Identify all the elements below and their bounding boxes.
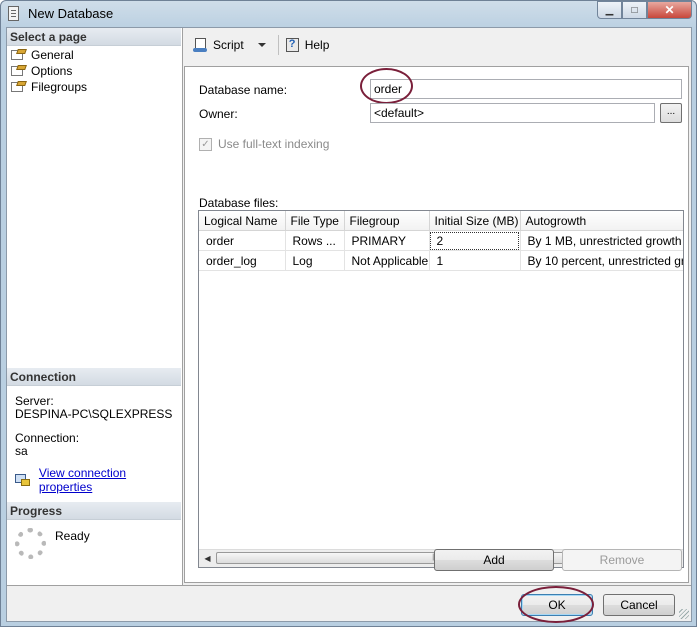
database-files-table: Logical Name File Type Filegroup Initial… (199, 211, 683, 271)
resize-grip-icon[interactable] (679, 609, 689, 619)
window-controls: ▁ □ ✕ (597, 1, 692, 20)
column-header-logical-name[interactable]: Logical Name (199, 211, 286, 231)
column-header-autogrowth[interactable]: Autogrowth (520, 211, 683, 231)
database-files-grid[interactable]: Logical Name File Type Filegroup Initial… (198, 210, 684, 568)
server-value: DESPINA-PC\SQLEXPRESS (15, 407, 173, 421)
general-page-panel: Database name: Owner: ... ✓ Use full-tex… (184, 66, 689, 583)
connection-label: Connection: (15, 431, 80, 445)
column-header-initial-size[interactable]: Initial Size (MB) (429, 211, 521, 231)
remove-button[interactable]: Remove (562, 549, 682, 571)
toolbar: Script Help (183, 28, 691, 62)
document-icon (8, 6, 19, 21)
bottom-divider (7, 585, 691, 586)
toolbar-separator (277, 35, 279, 55)
cell-autogrowth[interactable]: By 1 MB, unrestricted growth (520, 230, 683, 251)
add-button[interactable]: Add (434, 549, 554, 571)
connection-properties-icon (15, 473, 31, 487)
maximize-button[interactable]: □ (622, 1, 647, 19)
script-button[interactable]: Script (189, 34, 276, 56)
page-icon (11, 49, 26, 61)
dialog-client-area: Select a page General Options Filegroups… (6, 27, 692, 623)
cell-logical-name[interactable]: order (199, 230, 286, 251)
cell-logical-name[interactable]: order_log (199, 250, 286, 271)
help-button[interactable]: Help (281, 34, 334, 56)
minimize-icon: ▁ (605, 4, 614, 16)
column-header-file-type[interactable]: File Type (285, 211, 345, 231)
scroll-left-icon[interactable]: ◀ (199, 550, 216, 567)
sidebar-item-label: Options (31, 64, 73, 78)
help-label: Help (304, 38, 330, 52)
sidebar-item-general[interactable]: General (11, 47, 74, 63)
cell-file-type[interactable]: Log (285, 250, 345, 271)
cancel-button[interactable]: Cancel (603, 594, 675, 616)
cell-initial-size[interactable]: 1 (429, 250, 521, 271)
cell-autogrowth[interactable]: By 10 percent, unrestricted growth (520, 250, 683, 271)
help-icon (285, 37, 301, 53)
owner-label: Owner: (199, 107, 238, 121)
view-connection-properties[interactable]: View connection properties (15, 466, 182, 494)
connection-header: Connection (7, 368, 181, 386)
page-icon (11, 65, 26, 77)
table-row[interactable]: order Rows ... PRIMARY 2 By 1 MB, unrest… (199, 230, 683, 251)
table-header-row: Logical Name File Type Filegroup Initial… (199, 211, 683, 231)
owner-input[interactable] (370, 103, 655, 123)
close-button[interactable]: ✕ (647, 1, 692, 19)
table-row[interactable]: order_log Log Not Applicable 1 By 10 per… (199, 250, 683, 271)
database-files-label: Database files: (199, 196, 279, 210)
database-name-input[interactable] (370, 79, 682, 99)
close-icon: ✕ (664, 3, 675, 17)
window-title: New Database (28, 6, 114, 21)
select-page-header: Select a page (7, 28, 181, 46)
column-header-filegroup[interactable]: Filegroup (344, 211, 430, 231)
maximize-icon: □ (631, 4, 638, 16)
connection-value: sa (15, 444, 28, 458)
progress-spinner-icon (15, 528, 46, 559)
sidebar-item-filegroups[interactable]: Filegroups (11, 79, 87, 95)
cell-file-type[interactable]: Rows ... (285, 230, 345, 251)
progress-status: Ready (55, 529, 90, 543)
cell-initial-size[interactable]: 2 (429, 230, 521, 251)
page-icon (11, 81, 26, 93)
cell-filegroup[interactable]: Not Applicable (344, 250, 430, 271)
chevron-down-icon[interactable] (257, 43, 266, 47)
left-pane: Select a page General Options Filegroups… (7, 28, 183, 585)
ok-button[interactable]: OK (521, 594, 593, 616)
sidebar-item-options[interactable]: Options (11, 63, 72, 79)
database-name-label: Database name: (199, 83, 288, 97)
script-icon (193, 37, 209, 53)
script-label: Script (213, 38, 244, 52)
fulltext-checkbox[interactable]: ✓ (199, 137, 212, 151)
fulltext-label: Use full-text indexing (218, 137, 330, 151)
progress-header: Progress (7, 502, 181, 520)
cell-filegroup[interactable]: PRIMARY (344, 230, 430, 251)
new-database-window: New Database ▁ □ ✕ Select a page General… (0, 0, 697, 627)
minimize-button[interactable]: ▁ (597, 1, 622, 19)
server-label: Server: (15, 394, 54, 408)
fulltext-checkbox-row[interactable]: ✓ Use full-text indexing (199, 137, 329, 151)
sidebar-item-label: Filegroups (31, 80, 88, 94)
view-connection-properties-link[interactable]: View connection properties (39, 466, 182, 494)
sidebar-item-label: General (31, 48, 74, 62)
title-bar[interactable]: New Database ▁ □ ✕ (1, 1, 697, 27)
owner-browse-button[interactable]: ... (660, 103, 682, 123)
